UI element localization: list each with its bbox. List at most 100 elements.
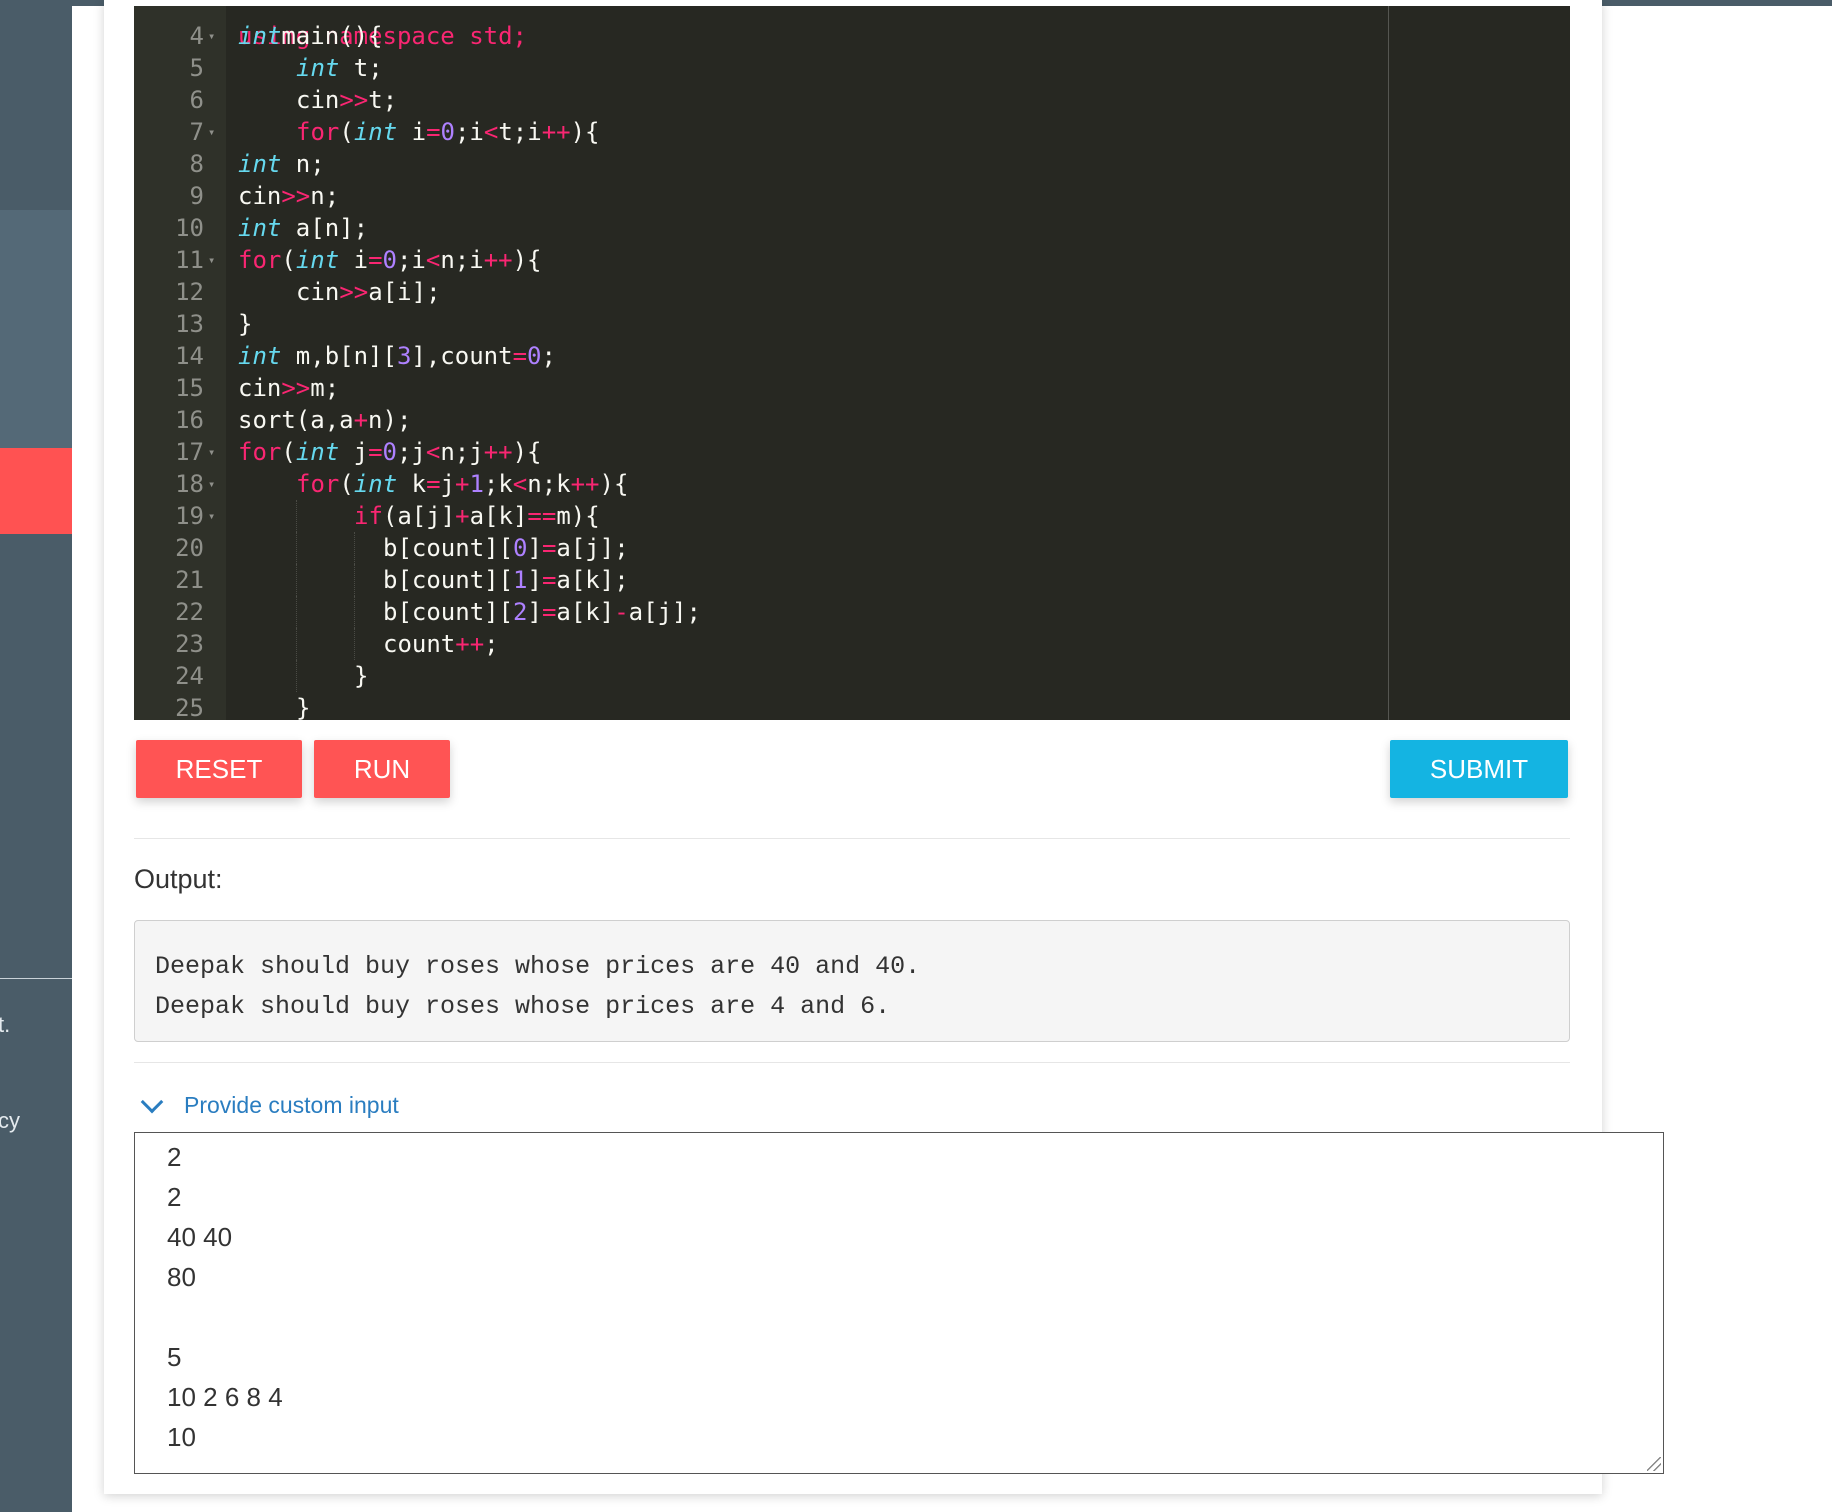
code-text: sort(a,a+n);	[238, 406, 412, 434]
code-text: cin>>m;	[238, 374, 340, 402]
line-number: 15	[175, 374, 204, 402]
output-box: Deepak should buy roses whose prices are…	[134, 920, 1570, 1042]
line-number: 17	[175, 438, 204, 466]
code-line: 21 b[count][1]=a[k];	[134, 564, 1570, 596]
code-text: for(int i=0;i<t;i++){	[296, 118, 600, 146]
output-line: Deepak should buy roses whose prices are…	[155, 992, 891, 1021]
code-line: 16 sort(a,a+n);	[134, 404, 1570, 436]
fold-arrow-icon[interactable]: ▾	[208, 244, 215, 276]
code-line: 15 cin>>m;	[134, 372, 1570, 404]
sidebar-divider	[0, 978, 72, 979]
custom-input-textarea[interactable]: 2 2 40 40 80 5 10 2 6 8 4 10	[134, 1132, 1664, 1474]
code-text: if(a[j]+a[k]==m){	[354, 502, 600, 530]
indent-guide	[296, 500, 297, 532]
line-number: 9	[189, 182, 204, 210]
sidebar-section	[0, 210, 72, 448]
divider	[134, 1062, 1570, 1063]
code-line: 7 ▾ for(int i=0;i<t;i++){	[134, 116, 1570, 148]
code-line: 19 ▾ if(a[j]+a[k]==m){	[134, 500, 1570, 532]
code-line: 14 int m,b[n][3],count=0;	[134, 340, 1570, 372]
line-number: 5	[189, 54, 204, 82]
input-line: 10 2 6 8 4	[167, 1382, 283, 1412]
line-number: 11	[175, 246, 204, 274]
fold-arrow-icon[interactable]: ▾	[208, 468, 215, 500]
input-line: 40 40	[167, 1222, 233, 1252]
run-button[interactable]: RUN	[314, 740, 450, 798]
indent-guide	[296, 564, 297, 596]
sidebar-text-fragment-1[interactable]: t.	[0, 1012, 10, 1038]
line-number: 8	[189, 150, 204, 178]
line-number: 13	[175, 310, 204, 338]
line-number: 4	[189, 22, 204, 50]
code-line: 12 cin>>a[i];	[134, 276, 1570, 308]
code-line: 5 int t;	[134, 52, 1570, 84]
code-text: }	[238, 310, 253, 338]
input-line: 2	[167, 1142, 182, 1172]
line-number: 7	[189, 118, 204, 146]
code-line: 8 int n;	[134, 148, 1570, 180]
line-number: 14	[175, 342, 204, 370]
indent-guide	[354, 628, 355, 660]
code-text: int m,b[n][3],count=0;	[238, 342, 556, 370]
left-sidebar: t. cy	[0, 0, 72, 1512]
code-text: b[count][0]=a[j];	[383, 534, 629, 562]
line-number: 18	[175, 470, 204, 498]
code-line: 20 b[count][0]=a[j];	[134, 532, 1570, 564]
code-line: 9 cin>>n;	[134, 180, 1570, 212]
indent-guide	[296, 660, 297, 692]
fold-arrow-icon[interactable]: ▾	[208, 500, 215, 532]
code-line: 24}	[134, 660, 1570, 692]
code-line: 25}	[134, 692, 1570, 720]
custom-input-toggle-label: Provide custom input	[184, 1092, 399, 1118]
fold-arrow-icon[interactable]: ▾	[208, 116, 215, 148]
code-line: 6 cin>>t;	[134, 84, 1570, 116]
line-number: 21	[175, 566, 204, 594]
code-text: for(int j=0;j<n;j++){	[238, 438, 542, 466]
line-number: 25	[175, 694, 204, 720]
code-line: 22 b[count][2]=a[k]-a[j];	[134, 596, 1570, 628]
code-text: b[count][1]=a[k];	[383, 566, 629, 594]
code-text: int t;	[296, 54, 383, 82]
reset-button[interactable]: RESET	[136, 740, 302, 798]
fold-arrow-icon[interactable]: ▾	[208, 20, 215, 52]
submit-button[interactable]: SUBMIT	[1390, 740, 1568, 798]
line-number: 24	[175, 662, 204, 690]
line-number: 10	[175, 214, 204, 242]
input-line: 80	[167, 1262, 196, 1292]
line-number: 20	[175, 534, 204, 562]
input-line: 5	[167, 1342, 182, 1372]
code-line: 23 count++;	[134, 628, 1570, 660]
code-text: cin>>a[i];	[296, 278, 441, 306]
code-text: cin>>t;	[296, 86, 398, 114]
indent-guide	[296, 628, 297, 660]
custom-input-toggle[interactable]: Provide custom input	[140, 1090, 399, 1119]
line-number: 19	[175, 502, 204, 530]
input-line	[167, 1297, 1663, 1337]
input-line: 2	[167, 1182, 182, 1212]
code-text: intmain(){	[238, 22, 383, 50]
indent-guide	[354, 532, 355, 564]
input-line: 10	[167, 1422, 196, 1452]
code-text: count++;	[383, 630, 499, 658]
fold-arrow-icon[interactable]: ▾	[208, 436, 215, 468]
code-text: int a[n];	[238, 214, 369, 242]
line-number: 6	[189, 86, 204, 114]
code-line: 10 int a[n];	[134, 212, 1570, 244]
indent-guide	[354, 596, 355, 628]
code-text: for(int k=j+1;k<n;k++){	[296, 470, 629, 498]
code-text: int n;	[238, 150, 325, 178]
indent-guide	[296, 532, 297, 564]
code-line: 17 ▾ for(int j=0;j<n;j++){	[134, 436, 1570, 468]
divider	[134, 838, 1570, 839]
code-line-partial: using namespace std;	[238, 22, 527, 50]
output-label: Output:	[134, 864, 223, 894]
indent-guide	[354, 564, 355, 596]
sidebar-active-item[interactable]	[0, 448, 72, 534]
line-number: 16	[175, 406, 204, 434]
code-text: }	[354, 662, 369, 690]
resize-handle-icon[interactable]	[1647, 1457, 1661, 1471]
line-number: 23	[175, 630, 204, 658]
code-editor[interactable]: using namespace std; 4 ▾ intmain(){5 int t;…	[134, 6, 1570, 720]
sidebar-text-fragment-2[interactable]: cy	[0, 1108, 20, 1134]
line-number: 12	[175, 278, 204, 306]
